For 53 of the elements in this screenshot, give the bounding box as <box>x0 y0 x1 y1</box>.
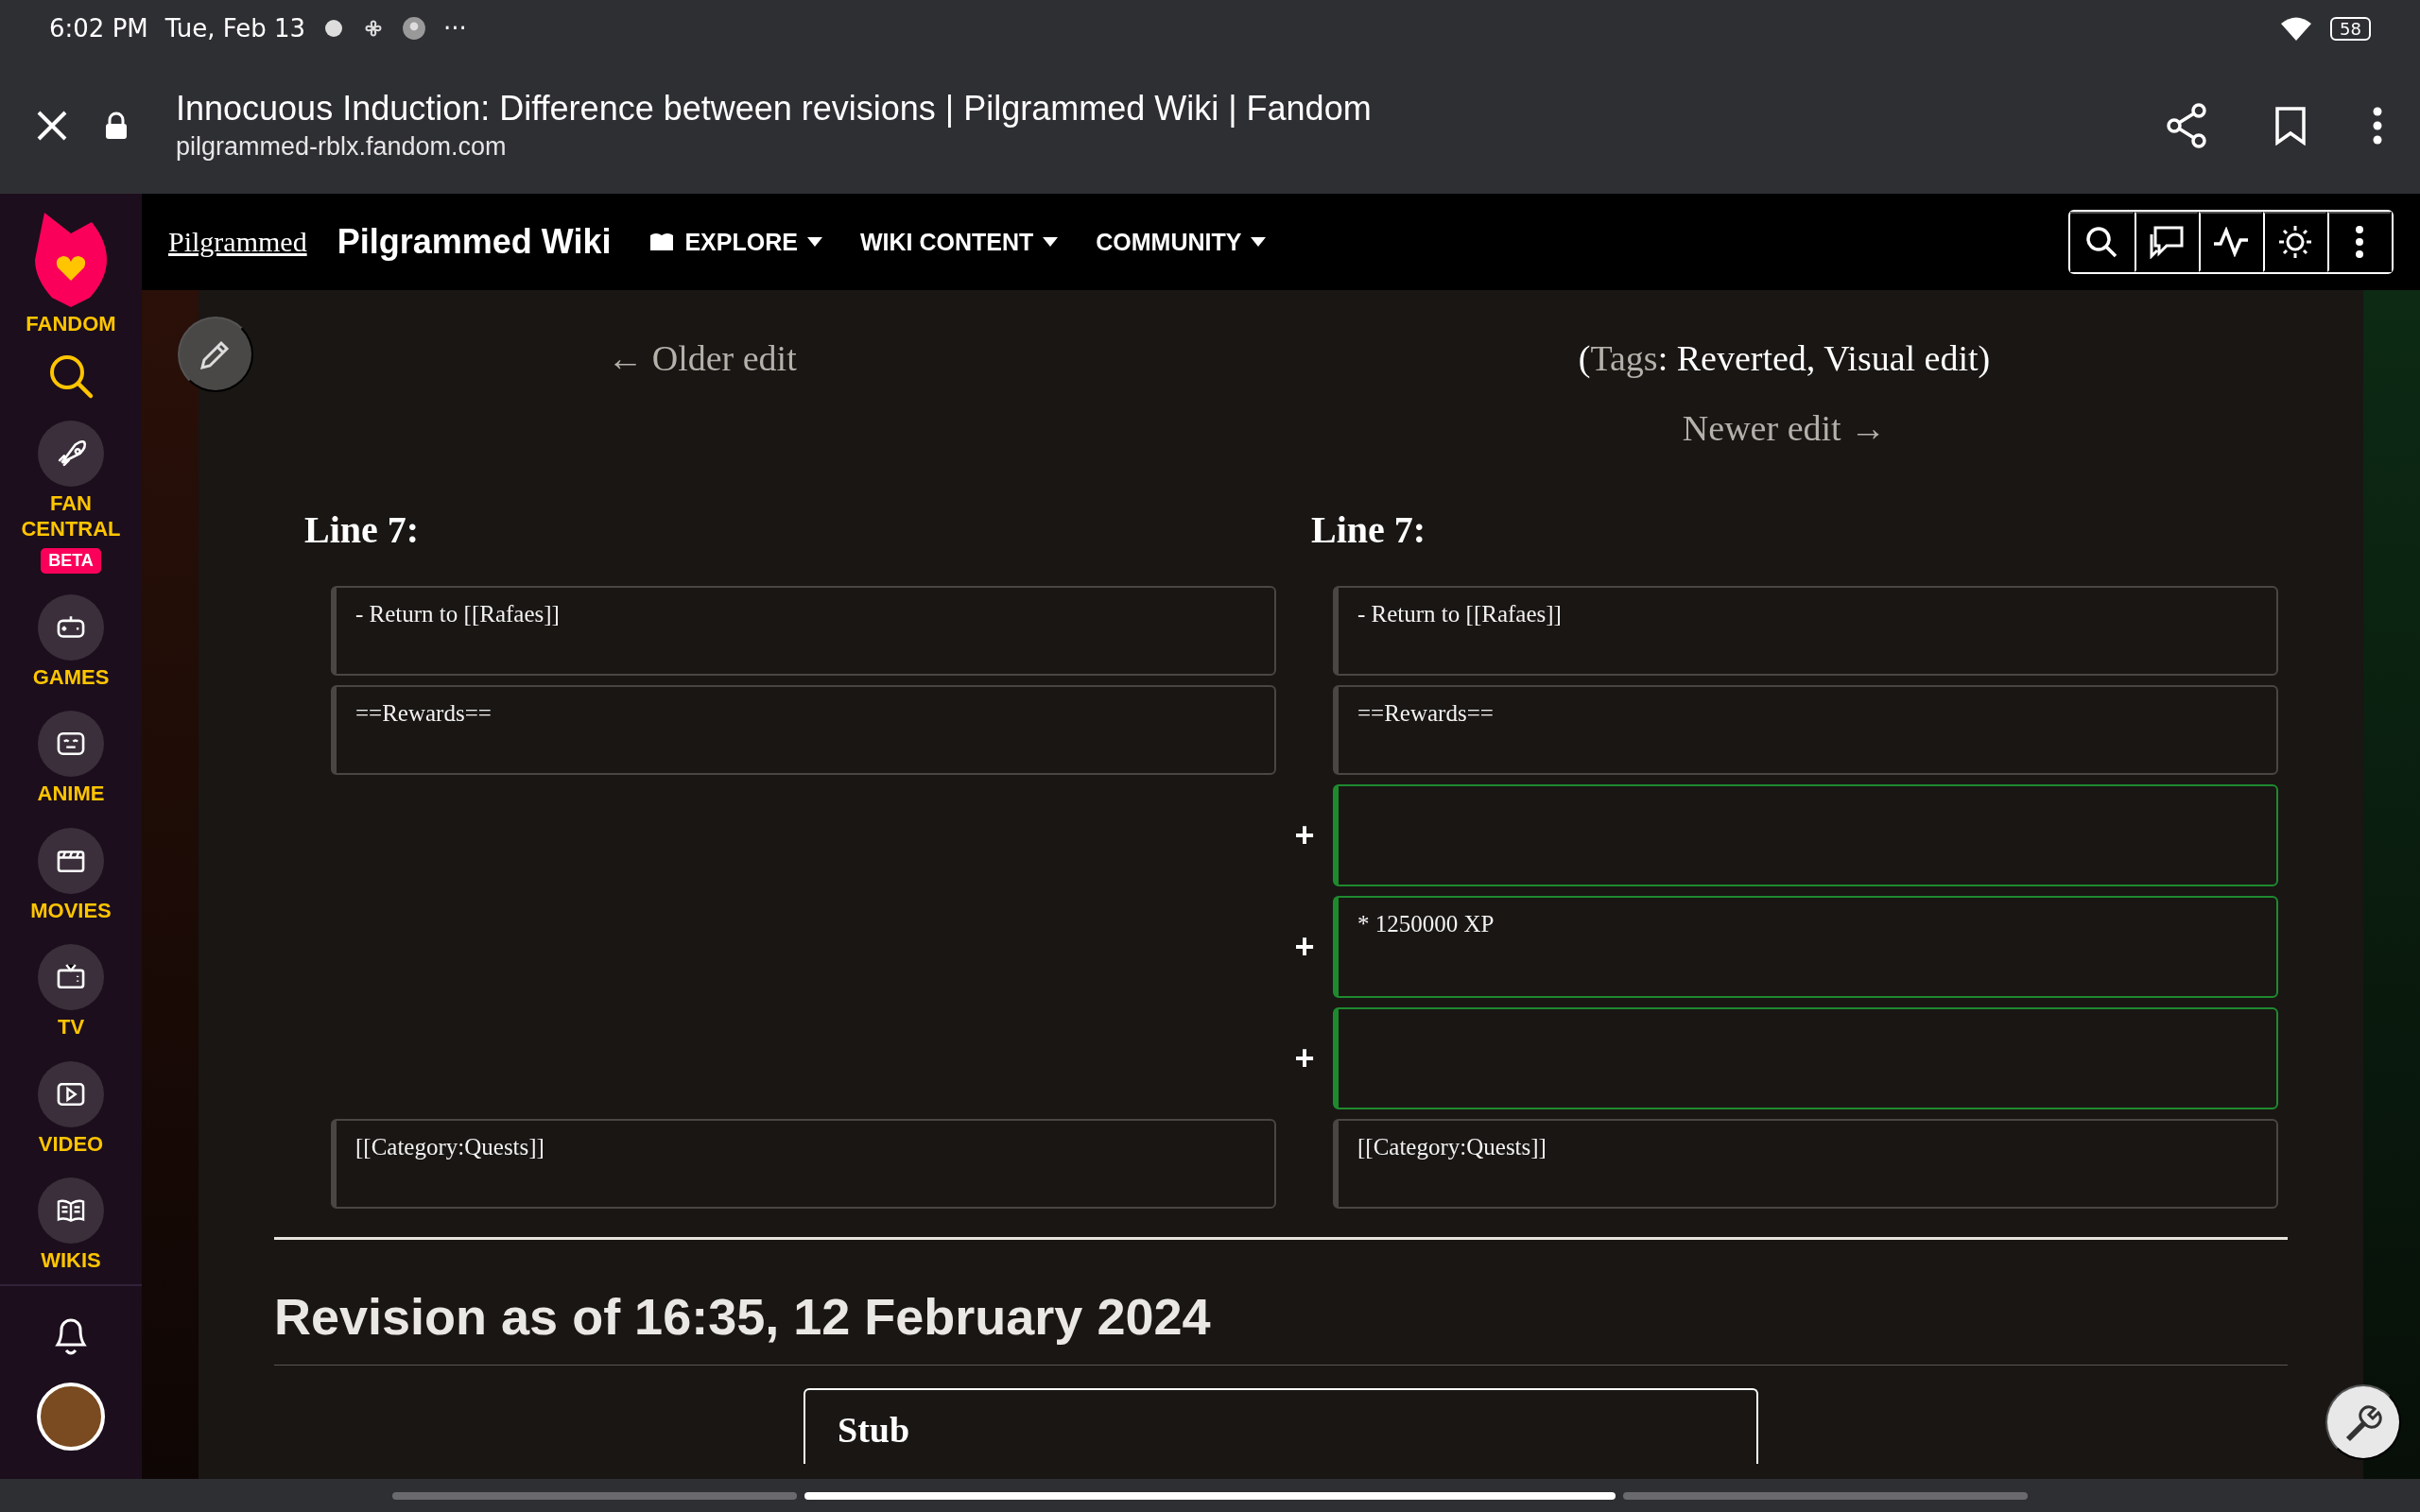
line-heading: Line 7: <box>303 507 421 552</box>
category-label[interactable]: TV <box>57 1014 85 1040</box>
nav-menu[interactable]: EXPLORE <box>648 228 822 256</box>
close-icon[interactable] <box>36 109 68 142</box>
nav-menu[interactable]: WIKI CONTENT <box>859 228 1059 256</box>
clock: 6:02 PM <box>49 14 148 43</box>
tags-line: (Tags: Reverted, Visual edit) <box>1578 337 1991 379</box>
newer-edit-link[interactable]: Newer edit → <box>1682 407 1887 449</box>
fandom-label[interactable]: FANDOM <box>26 311 116 337</box>
more-icon <box>2355 225 2364 259</box>
lock-icon <box>104 111 129 140</box>
older-edit-link[interactable]: ← Older edit <box>607 337 797 379</box>
discussions-button[interactable] <box>2135 212 2199 272</box>
sun-icon <box>2277 224 2313 260</box>
category-label[interactable]: VIDEO <box>38 1130 104 1157</box>
added-marker: + <box>1293 816 1316 855</box>
category-label[interactable]: MOVIES <box>30 897 112 923</box>
wiki-name[interactable]: Pilgrammed Wiki <box>337 222 612 262</box>
category-label[interactable]: ANIME <box>37 781 105 807</box>
caret-icon <box>1043 237 1059 247</box>
search-button[interactable] <box>2070 212 2135 272</box>
url-text[interactable]: pilgrammed-rblx.fandom.com <box>176 132 2167 162</box>
tags-link[interactable]: Tags <box>1590 338 1658 378</box>
date: Tue, Feb 13 <box>164 14 306 43</box>
wiki-wordmark[interactable]: Pilgrammed <box>168 226 307 258</box>
activity-button[interactable] <box>2199 212 2263 272</box>
battery-indicator: 58 <box>2330 16 2371 41</box>
pulse-icon <box>2212 227 2250 257</box>
wifi-icon <box>2279 15 2314 42</box>
beta-badge: BETA <box>41 547 101 574</box>
book-icon <box>648 232 676 252</box>
more-indicator: ··· <box>443 14 467 43</box>
speech-bubbles-icon <box>2148 225 2186 259</box>
caret-icon <box>806 237 822 247</box>
added-marker: + <box>1293 1039 1316 1078</box>
theme-button[interactable] <box>2263 212 2327 272</box>
fandom-logo-icon[interactable] <box>35 213 107 307</box>
search-icon <box>2084 225 2118 259</box>
more-button[interactable] <box>2327 212 2392 272</box>
bookmark-icon[interactable] <box>2274 105 2307 146</box>
nav-menu[interactable]: COMMUNITY <box>1096 228 1267 256</box>
category-label[interactable]: GAMES <box>32 663 110 690</box>
revision-heading: Revision as of 16:35, 12 February 2024 <box>274 1287 1212 1346</box>
category-label[interactable]: WIKIS <box>41 1247 101 1274</box>
stub-notice: Stub <box>804 1388 1758 1464</box>
caret-icon <box>1251 237 1267 247</box>
share-icon[interactable] <box>2167 102 2208 148</box>
profile-icon <box>402 16 427 41</box>
added-marker: + <box>1293 927 1316 967</box>
line-heading: Line 7: <box>1310 507 1427 552</box>
page-title: Innocuous Induction: Difference between revisions | Pilgrammed Wiki | Fandom <box>176 89 1373 129</box>
menu-icon[interactable] <box>2373 106 2382 145</box>
category-label[interactable]: FAN CENTRAL <box>19 490 123 542</box>
